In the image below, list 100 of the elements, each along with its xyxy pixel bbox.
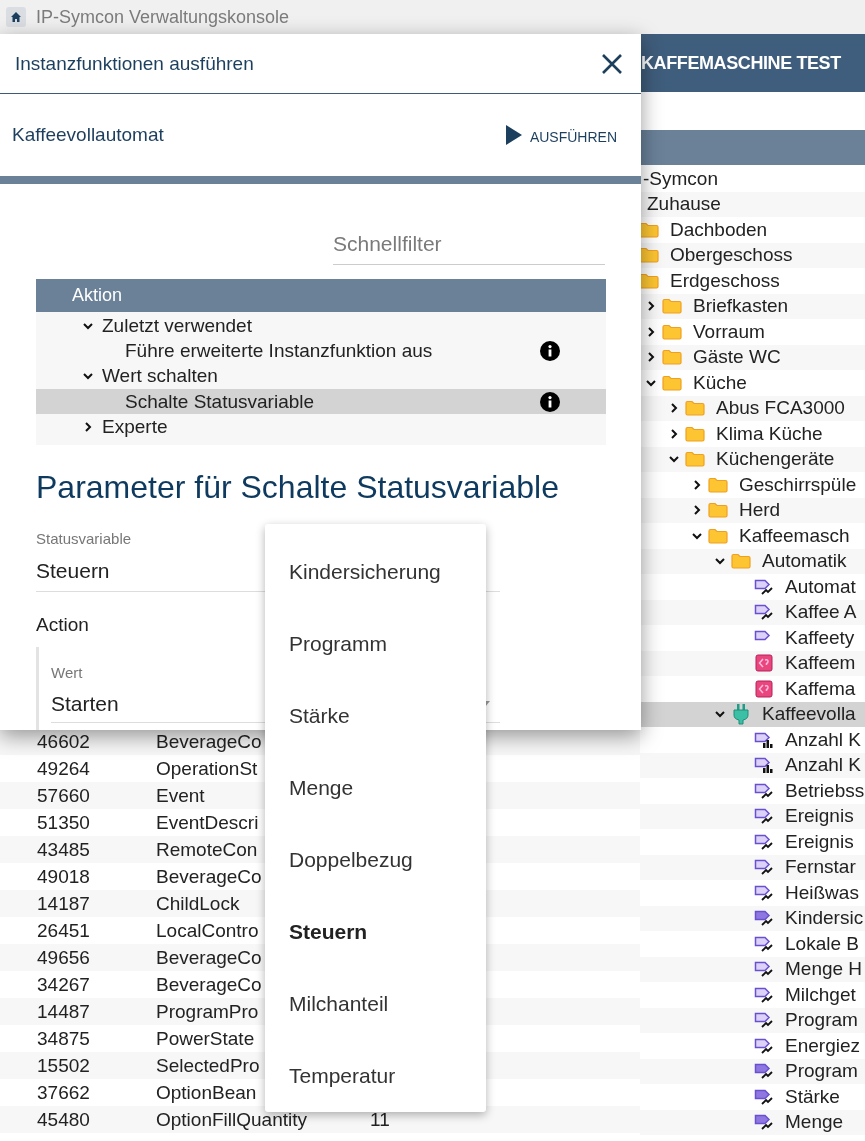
table-cell-text: 14487	[36, 1000, 91, 1023]
tree-item[interactable]: Energiez	[640, 1033, 865, 1059]
plug-icon	[731, 703, 751, 726]
tree-item[interactable]: Dachboden	[640, 217, 865, 243]
chevron-right-icon[interactable]	[691, 478, 703, 491]
table-cell-text: 34267	[36, 973, 91, 996]
tree-item[interactable]: Experte	[36, 414, 606, 440]
folder-icon	[685, 425, 705, 442]
tree-item[interactable]: -Symcon	[640, 166, 865, 192]
table-cell-text: 15502	[36, 1054, 91, 1077]
window-title: IP-Symcon Verwaltungskonsole	[36, 6, 290, 28]
chevron-right-icon[interactable]	[668, 402, 680, 415]
tree-item[interactable]: Ereignis	[640, 829, 865, 855]
table-cell-text: 49264	[36, 757, 91, 780]
tree-item[interactable]: Obergeschoss	[640, 242, 865, 268]
instance-name: Kaffeevollautomat	[12, 124, 164, 146]
folder-icon	[708, 527, 728, 544]
tree-item[interactable]: Program	[640, 1058, 865, 1084]
tree-item[interactable]: Betriebss	[640, 778, 865, 804]
menu-option[interactable]: Kindersicherung	[265, 536, 486, 608]
tree-item[interactable]: Abus FCA3000	[640, 395, 865, 421]
menu-option[interactable]: Milchanteil	[265, 968, 486, 1040]
tree-item[interactable]: Anzahl K	[640, 727, 865, 753]
tree-item[interactable]: Kaffeevolla	[640, 701, 865, 727]
chevron-right-icon[interactable]	[645, 300, 657, 313]
tree-item[interactable]: Klima Küche	[640, 421, 865, 447]
chevron-right-icon[interactable]	[668, 427, 680, 440]
section-label: Action	[36, 614, 90, 637]
table-cell: BeverageCo	[156, 730, 262, 753]
info-icon[interactable]	[540, 391, 560, 412]
tree-item[interactable]: Automatik	[640, 548, 865, 574]
section-heading: Parameter für Schalte Statusvariable	[36, 468, 560, 508]
variable-icon	[754, 781, 774, 800]
folder-icon	[731, 553, 751, 570]
folder-icon	[708, 502, 728, 519]
chevron-right-icon[interactable]	[82, 420, 94, 433]
variable-icon	[754, 1011, 774, 1030]
home-icon[interactable]	[6, 7, 26, 27]
variable-icon	[754, 883, 774, 902]
tree-item[interactable]: Herd	[640, 497, 865, 523]
tree-item[interactable]: Automat	[640, 574, 865, 600]
menu-option[interactable]: Menge	[265, 752, 486, 824]
table-cell: SelectedPro	[156, 1054, 260, 1077]
tree-item[interactable]: Geschirrspüle	[640, 472, 865, 498]
chevron-right-icon[interactable]	[645, 325, 657, 338]
tree-item[interactable]: Kaffema	[640, 676, 865, 702]
table-cell-text: 46602	[36, 730, 91, 753]
tree-item[interactable]: Kaffee A	[640, 599, 865, 625]
variable-icon	[754, 934, 774, 953]
table-cell: OptionBean	[156, 1081, 257, 1104]
tree-item[interactable]: Anzahl K	[640, 752, 865, 778]
value-select[interactable]: Starten	[51, 681, 119, 717]
tree-item[interactable]: Kaffeety	[640, 625, 865, 651]
tree-item[interactable]: Küche	[640, 370, 865, 396]
chevron-right-icon[interactable]	[645, 351, 657, 364]
folder-icon	[662, 298, 682, 315]
variable-icon	[754, 603, 774, 622]
table-cell: BeverageCo	[156, 946, 262, 969]
tree-item[interactable]: Gäste WC	[640, 344, 865, 370]
menu-option[interactable]: Stärke	[265, 680, 486, 752]
tree-item[interactable]: Zuletzt verwendet	[36, 313, 606, 339]
variable-icon	[754, 756, 774, 775]
menu-option[interactable]: Steuern	[265, 896, 486, 968]
action-item[interactable]: Führe erweiterte Instanzfunktion aus	[125, 339, 540, 362]
variable-icon	[754, 1062, 774, 1081]
tree-item[interactable]: Erdgeschoss	[640, 268, 865, 294]
tree-item[interactable]: Kindersic	[640, 905, 865, 931]
variable-icon	[754, 858, 774, 877]
tree-item[interactable]: Zuhause	[640, 191, 865, 217]
variable-icon	[754, 577, 774, 596]
tree-item[interactable]: Lokale B	[640, 931, 865, 957]
menu-option[interactable]: Doppelbezug	[265, 824, 486, 896]
tree-item[interactable]: Fernstar	[640, 854, 865, 880]
play-icon	[505, 125, 522, 145]
tree-item[interactable]: Program	[640, 1007, 865, 1033]
folder-icon	[685, 451, 705, 468]
run-button[interactable]: AUSFÜHREN	[505, 125, 617, 145]
tree-item[interactable]: Kaffeemasch	[640, 523, 865, 549]
chevron-right-icon[interactable]	[691, 504, 703, 517]
tree-item[interactable]: Heißwas	[640, 880, 865, 906]
table-cell: OperationSt	[156, 757, 258, 780]
tree-item[interactable]: Briefkasten	[640, 293, 865, 319]
table-cell-text: 49656	[36, 946, 91, 969]
table-cell: ChildLock	[156, 892, 240, 915]
tree-item[interactable]: Küchengeräte	[640, 446, 865, 472]
tree-item[interactable]: Menge H	[640, 956, 865, 982]
table-cell-text: 49018	[36, 865, 91, 888]
table-cell: EventDescri	[156, 811, 259, 834]
tree-item[interactable]: Ereignis	[640, 803, 865, 829]
tree-item[interactable]: Kaffeem	[640, 650, 865, 676]
tree-item[interactable]: Milchget	[640, 982, 865, 1008]
table-cell: Event	[156, 784, 205, 807]
menu-option[interactable]: Programm	[265, 608, 486, 680]
table-cell: LocalContro	[156, 919, 259, 942]
info-icon[interactable]	[540, 340, 560, 361]
tree-item[interactable]: Menge	[640, 1109, 865, 1135]
tree-item[interactable]: Vorraum	[640, 319, 865, 345]
table-cell-text: 34875	[36, 1027, 91, 1050]
tree-item[interactable]: Wert schalten	[36, 363, 606, 389]
tree-item[interactable]: Stärke	[640, 1084, 865, 1110]
